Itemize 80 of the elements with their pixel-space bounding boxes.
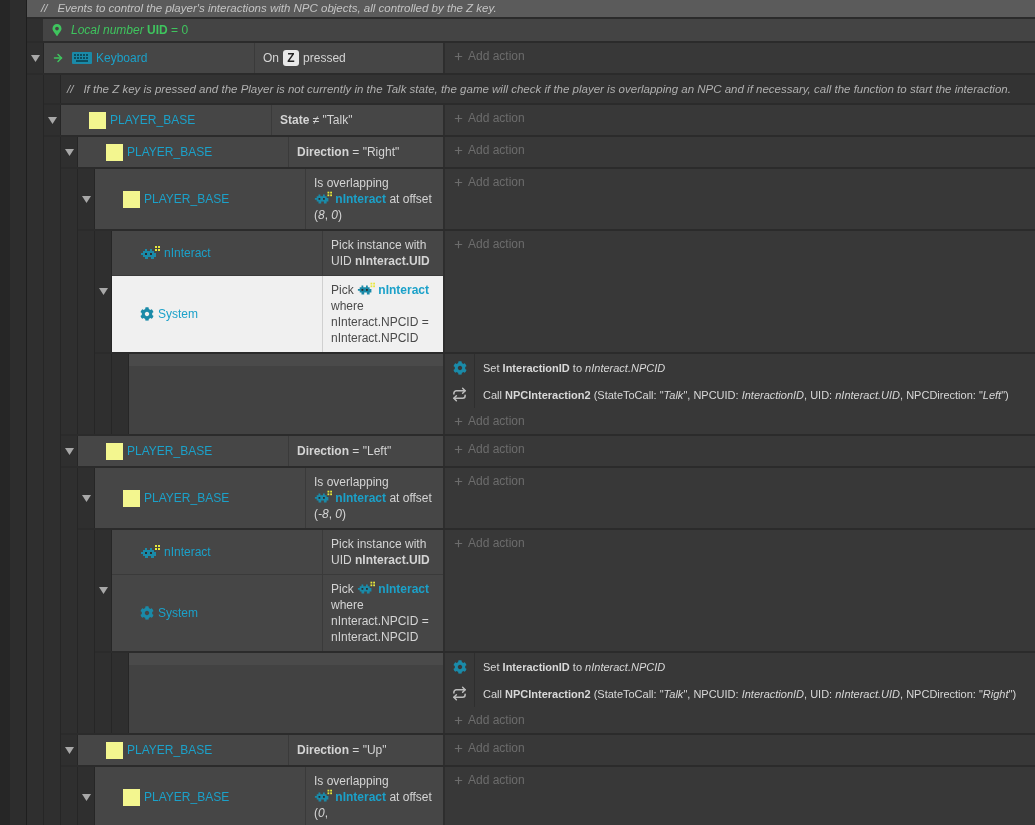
invader-icon [314,789,332,804]
object-name: Keyboard [96,50,148,68]
condition-text: Pick nInteract where nInteract.NPCID = nInteract.NPCID [331,581,431,646]
repeat-arrows-icon [452,686,467,702]
invader-icon [140,545,160,560]
local-variable-text: Local number UID = 0 [71,22,189,40]
expand-toggle[interactable] [64,746,74,754]
plus-icon [453,144,464,156]
plus-icon [453,415,464,427]
invader-icon [314,191,332,206]
sprite-icon [106,741,123,759]
comment-marker: // [41,1,48,16]
condition-text: State ≠ "Talk" [280,112,353,129]
plus-icon [453,176,464,188]
plus-icon [453,238,464,250]
plus-icon [453,714,464,726]
expand-toggle[interactable] [30,54,40,62]
comment-text: If the Z key is pressed and the Player is not currently in the Talk state, the game will check if the player is overlapping an NPC and if necessary, call the function to start the interaction. [83,81,1011,97]
condition-text: On Z pressed [263,50,346,67]
expand-toggle[interactable] [81,793,91,801]
condition-text: Is overlapping nInteract at offset (8, 0) [314,175,433,224]
invader-icon [140,246,160,261]
object-name: PLAYER_BASE [144,490,230,508]
invader-icon [357,282,375,297]
tree-gutter [27,19,43,42]
condition-text: Pick instance with UID nInteract.UID [331,536,431,569]
condition[interactable]: System Pick nInteract where nInteract.NPCID = nInteract.NPCID [112,275,443,353]
gear-icon [452,360,467,375]
condition-text: Direction = "Right" [297,144,400,161]
expand-toggle[interactable] [98,587,108,595]
plus-icon [453,537,464,549]
comment-marker: // [67,81,74,97]
invader-icon [357,581,375,596]
plus-icon [453,443,464,455]
expand-toggle[interactable] [64,447,74,455]
action-text: Call NPCInteraction2 (StateToCall: "Talk", NPCUID: InteractionID, UID: nInteract.UID, NPCDirection: "Left") [482,387,1010,403]
condition-text: Is overlapping nInteract at offset (-8, 0) [314,474,433,523]
object-name: PLAYER_BASE [144,191,230,209]
action-text: Set InteractionID to nInteract.NPCID [482,659,667,675]
gear-icon [140,307,154,322]
sprite-icon [123,788,140,806]
expand-toggle[interactable] [81,195,91,203]
condition-text: Is overlapping nInteract at offset (0, [314,773,433,822]
action-text: Set InteractionID to nInteract.NPCID [482,360,667,376]
keyboard-icon [72,52,92,65]
plus-icon [453,475,464,487]
object-name: PLAYER_BASE [110,112,196,130]
sprite-icon [123,190,140,208]
sprite-icon [123,489,140,507]
plus-icon [453,742,464,754]
invader-icon [314,490,332,505]
condition-text: Pick instance with UID nInteract.UID [331,237,431,270]
plus-icon [453,50,464,62]
expand-toggle[interactable] [98,288,108,296]
comment-text: Events to control the player's interactions with NPC objects, all controlled by the Z key. [57,1,497,16]
pin-icon [51,24,63,37]
action-text: Call NPCInteraction2 (StateToCall: "Talk", NPCUID: InteractionID, UID: nInteract.UID, NPCDirection: "Right") [482,686,1018,702]
condition-text: Pick nInteract where nInteract.NPCID = nInteract.NPCID [331,282,431,347]
object-name: PLAYER_BASE [144,789,230,807]
expand-toggle[interactable] [64,148,74,156]
expand-toggle[interactable] [81,494,91,502]
expand-toggle[interactable] [47,116,57,124]
condition[interactable]: System Pick nInteract where nInteract.NPCID = nInteract.NPCID [112,574,443,652]
object-name: nInteract [164,544,211,562]
object-name: System [158,605,198,623]
sprite-icon [89,111,106,129]
repeat-arrows-icon [452,387,467,403]
sprite-icon [106,143,123,161]
condition-text: Direction = "Up" [297,742,387,759]
condition-text: Direction = "Left" [297,443,392,460]
object-name: PLAYER_BASE [127,443,213,461]
gear-icon [140,606,154,621]
plus-icon [453,774,464,786]
object-name: PLAYER_BASE [127,742,213,760]
gear-icon [452,659,467,674]
plus-icon [453,112,464,124]
sprite-icon [106,442,123,460]
object-name: System [158,306,198,324]
object-name: PLAYER_BASE [127,144,213,162]
object-name: nInteract [164,245,211,263]
